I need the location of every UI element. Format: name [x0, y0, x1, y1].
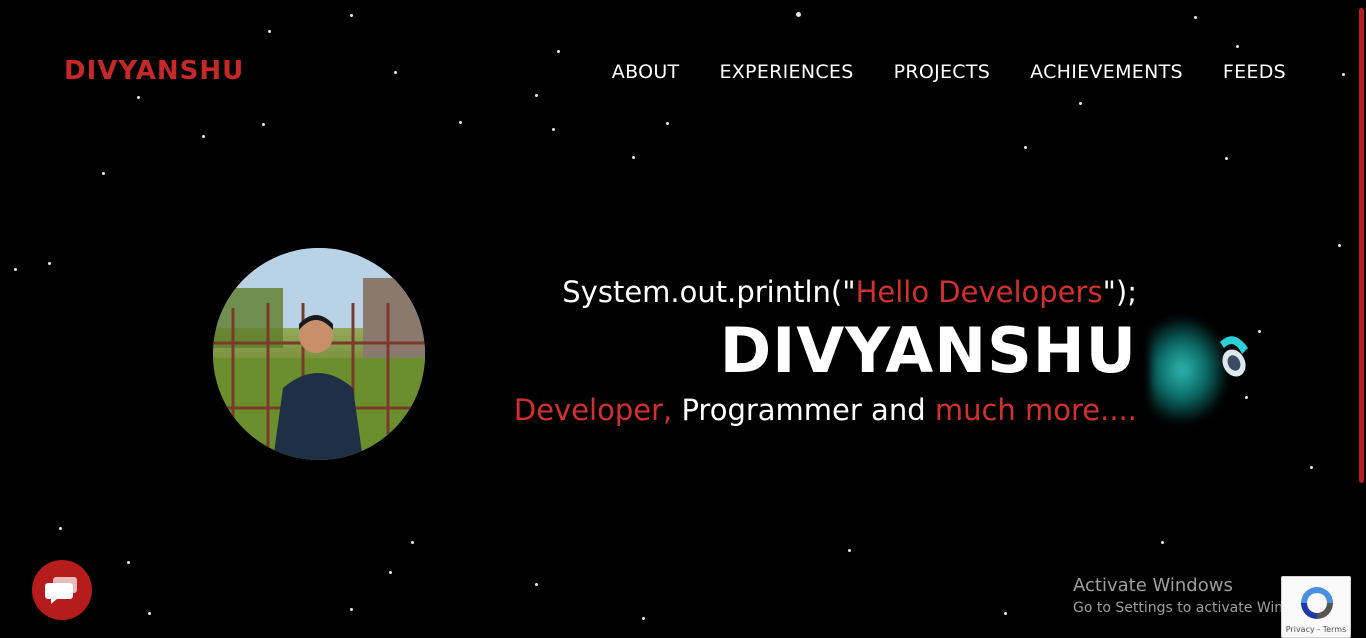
hero-tagline: Developer, Programmer and much more....: [513, 393, 1137, 427]
rocket-icon[interactable]: [1212, 330, 1252, 384]
top-navigation: DIVYANSHU ABOUT EXPERIENCES PROJECTS ACH…: [0, 0, 1366, 140]
nav-menu: ABOUT EXPERIENCES PROJECTS ACHIEVEMENTS …: [612, 61, 1286, 83]
site-logo[interactable]: DIVYANSHU: [64, 56, 244, 86]
hero-name: DIVYANSHU: [719, 314, 1137, 387]
nav-achievements[interactable]: ACHIEVEMENTS: [1030, 61, 1183, 83]
nav-projects[interactable]: PROJECTS: [894, 61, 991, 83]
recaptcha-terms[interactable]: Privacy - Terms: [1282, 625, 1350, 634]
scrollbar[interactable]: [1357, 0, 1366, 638]
scrollbar-thumb[interactable]: [1359, 8, 1364, 483]
nav-feeds[interactable]: FEEDS: [1223, 61, 1286, 83]
nav-about[interactable]: ABOUT: [612, 61, 680, 83]
recaptcha-icon: [1301, 587, 1333, 619]
profile-photo: [213, 248, 425, 460]
recaptcha-badge[interactable]: Privacy - Terms: [1281, 576, 1351, 638]
chat-icon: [45, 577, 77, 604]
code-greeting: System.out.println("Hello Developers");: [562, 275, 1137, 309]
chat-button[interactable]: [32, 560, 92, 620]
hero-text: System.out.println("Hello Developers"); …: [440, 270, 1137, 432]
nav-experiences[interactable]: EXPERIENCES: [719, 61, 853, 83]
